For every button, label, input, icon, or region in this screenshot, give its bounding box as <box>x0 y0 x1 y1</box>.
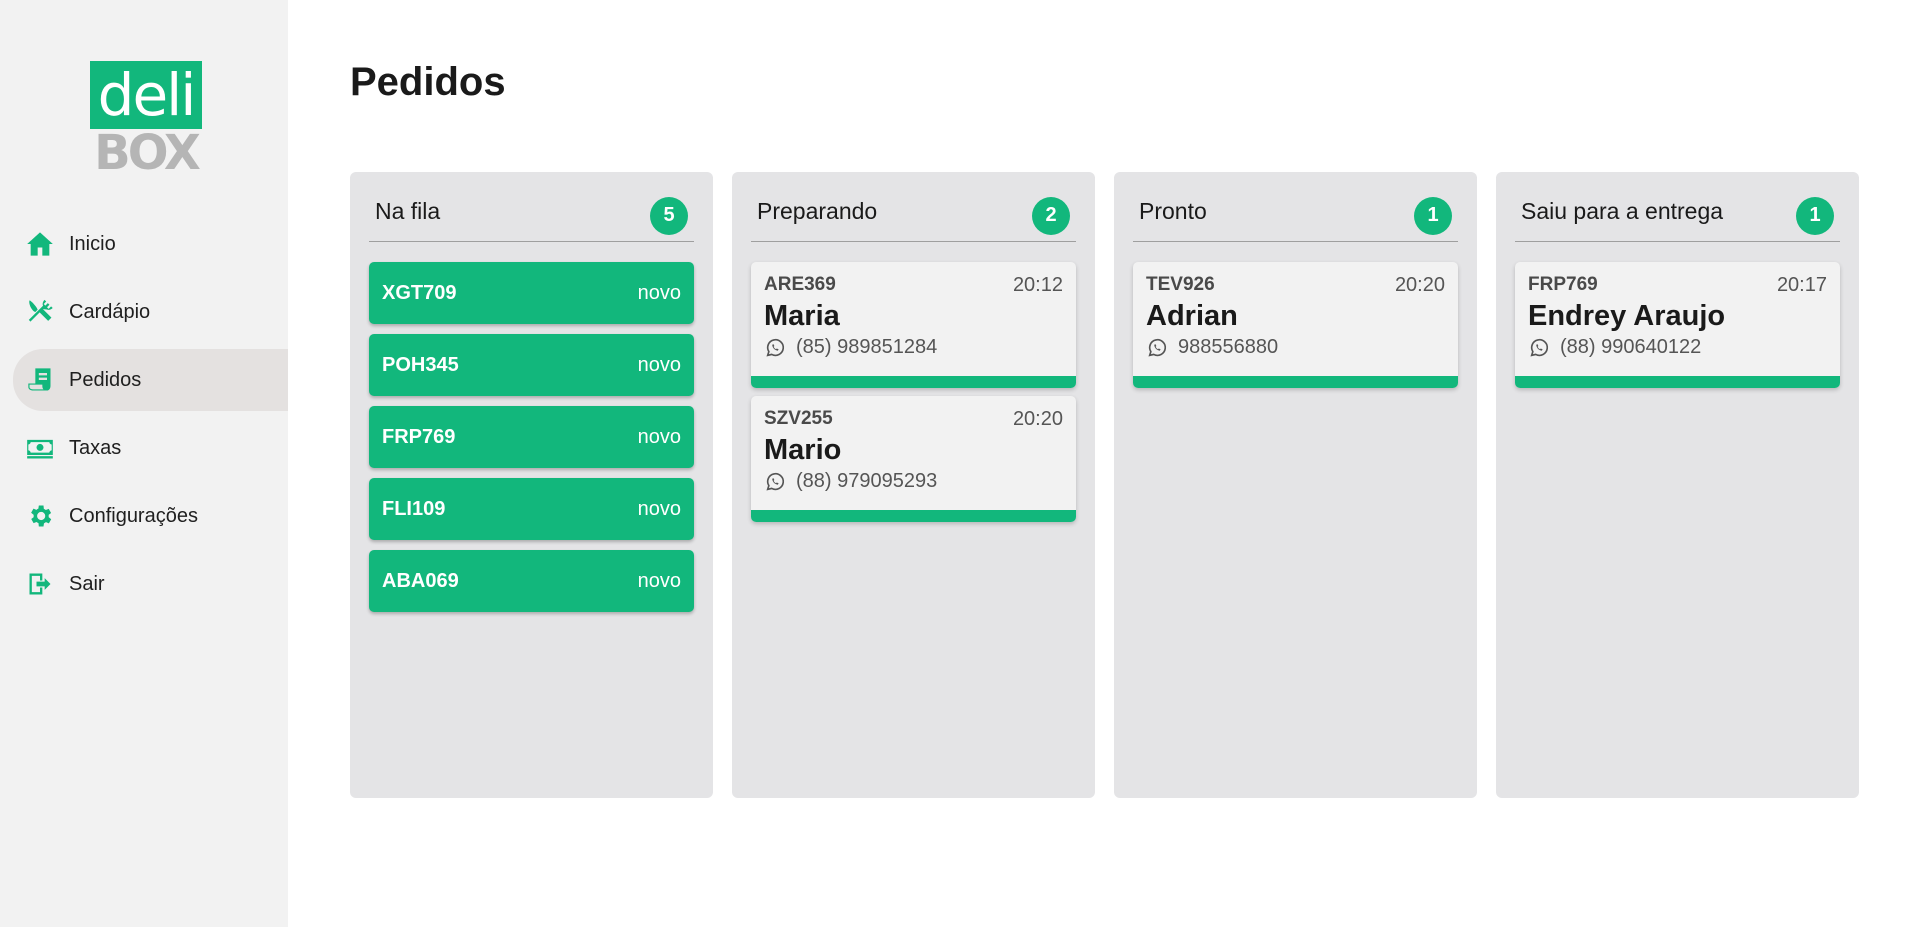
column-preparando: Preparando 2 ARE369 20:12 Maria (85) 989… <box>732 172 1095 798</box>
receipt-icon <box>25 365 55 395</box>
customer-name: Endrey Araujo <box>1528 300 1726 332</box>
order-code: ARE369 <box>764 274 836 295</box>
home-icon <box>25 229 55 259</box>
column-title: Saiu para a entrega <box>1521 198 1724 224</box>
count-badge: 5 <box>650 196 688 235</box>
sidebar-item-label: Configurações <box>69 504 198 527</box>
phone-number: (88) 990640122 <box>1560 336 1702 358</box>
phone-number: 988556880 <box>1178 336 1279 358</box>
queue-order-card[interactable]: ABA069 novo <box>369 550 694 612</box>
sidebar-item-label: Pedidos <box>69 368 142 391</box>
phone-number: (88) 979095293 <box>796 470 938 492</box>
column-header: Na fila 5 <box>369 190 694 242</box>
order-status-bar <box>751 510 1076 522</box>
app: deli BOX Inicio Cardápio Pedidos Taxas C… <box>0 0 1920 927</box>
customer-name: Maria <box>764 300 840 332</box>
customer-phone: 988556880 <box>1133 333 1458 359</box>
order-status: novo <box>637 497 681 520</box>
customer-name: Mario <box>764 434 842 466</box>
column-title: Pronto <box>1139 198 1207 224</box>
order-card[interactable]: FRP769 20:17 Endrey Araujo (88) 99064012… <box>1515 262 1840 388</box>
sidebar-item-label: Taxas <box>69 436 122 459</box>
sidebar-nav: Inicio Cardápio Pedidos Taxas Configuraç… <box>0 213 288 621</box>
money-icon <box>25 433 55 463</box>
sidebar-item-taxas[interactable]: Taxas <box>0 417 288 479</box>
column-na-fila: Na fila 5 XGT709 novo POH345 novo FRP769… <box>350 172 713 798</box>
order-status: novo <box>637 569 681 592</box>
count-badge: 2 <box>1032 196 1070 235</box>
main-content: Pedidos Na fila 5 XGT709 novo POH345 nov… <box>288 0 1920 927</box>
order-time: 20:12 <box>1012 274 1063 296</box>
sidebar: deli BOX Inicio Cardápio Pedidos Taxas C… <box>0 0 288 927</box>
logo-bottom-text: BOX <box>94 125 201 181</box>
order-status: novo <box>637 281 681 304</box>
column-header: Pronto 1 <box>1133 190 1458 242</box>
page-title: Pedidos <box>350 60 506 104</box>
queue-order-card[interactable]: XGT709 novo <box>369 262 694 324</box>
order-status-bar <box>751 376 1076 388</box>
order-time: 20:20 <box>1012 408 1063 430</box>
queue-order-card[interactable]: POH345 novo <box>369 334 694 396</box>
gear-icon <box>25 501 55 531</box>
order-code: POH345 <box>382 353 459 376</box>
order-code: FRP769 <box>382 425 456 448</box>
queue-order-card[interactable]: FLI109 novo <box>369 478 694 540</box>
count-badge: 1 <box>1414 196 1452 235</box>
logout-icon <box>25 569 55 599</box>
count-badge: 1 <box>1796 196 1834 235</box>
column-pronto: Pronto 1 TEV926 20:20 Adrian 988556880 <box>1114 172 1477 798</box>
whatsapp-icon <box>1148 338 1167 356</box>
sidebar-item-sair[interactable]: Sair <box>0 553 288 615</box>
utensils-icon <box>25 297 55 327</box>
order-status: novo <box>637 425 681 448</box>
column-header: Saiu para a entrega 1 <box>1515 190 1840 242</box>
sidebar-item-label: Sair <box>69 572 105 595</box>
whatsapp-icon <box>766 338 785 356</box>
column-header: Preparando 2 <box>751 190 1076 242</box>
logo[interactable]: deli BOX <box>90 61 202 177</box>
order-code: SZV255 <box>764 408 833 429</box>
customer-phone: (88) 979095293 <box>751 467 1076 493</box>
phone-number: (85) 989851284 <box>796 336 938 358</box>
order-time: 20:17 <box>1776 274 1827 296</box>
order-card[interactable]: ARE369 20:12 Maria (85) 989851284 <box>751 262 1076 388</box>
sidebar-item-cardapio[interactable]: Cardápio <box>0 281 288 343</box>
order-time: 20:20 <box>1394 274 1445 296</box>
order-status-bar <box>1133 376 1458 388</box>
whatsapp-icon <box>766 472 785 490</box>
sidebar-item-label: Cardápio <box>69 300 151 323</box>
order-card[interactable]: SZV255 20:20 Mario (88) 979095293 <box>751 396 1076 522</box>
order-code: TEV926 <box>1146 274 1215 295</box>
orders-board: Na fila 5 XGT709 novo POH345 novo FRP769… <box>350 172 1859 798</box>
sidebar-item-label: Inicio <box>69 232 116 255</box>
whatsapp-icon <box>1530 338 1549 356</box>
customer-phone: (85) 989851284 <box>751 333 1076 359</box>
queue-order-card[interactable]: FRP769 novo <box>369 406 694 468</box>
order-code: FLI109 <box>382 497 446 520</box>
order-status-bar <box>1515 376 1840 388</box>
order-code: FRP769 <box>1528 274 1598 295</box>
customer-phone: (88) 990640122 <box>1515 333 1840 359</box>
order-code: XGT709 <box>382 281 457 304</box>
column-saiu-para-entrega: Saiu para a entrega 1 FRP769 20:17 Endre… <box>1496 172 1859 798</box>
sidebar-item-inicio[interactable]: Inicio <box>0 213 288 275</box>
logo-top-text: deli <box>90 61 202 129</box>
customer-name: Adrian <box>1146 300 1238 332</box>
column-title: Na fila <box>375 198 441 224</box>
order-code: ABA069 <box>382 569 459 592</box>
sidebar-item-pedidos[interactable]: Pedidos <box>13 349 288 411</box>
sidebar-item-configuracoes[interactable]: Configurações <box>0 485 288 547</box>
order-card[interactable]: TEV926 20:20 Adrian 988556880 <box>1133 262 1458 388</box>
column-title: Preparando <box>757 198 878 224</box>
order-status: novo <box>637 353 681 376</box>
